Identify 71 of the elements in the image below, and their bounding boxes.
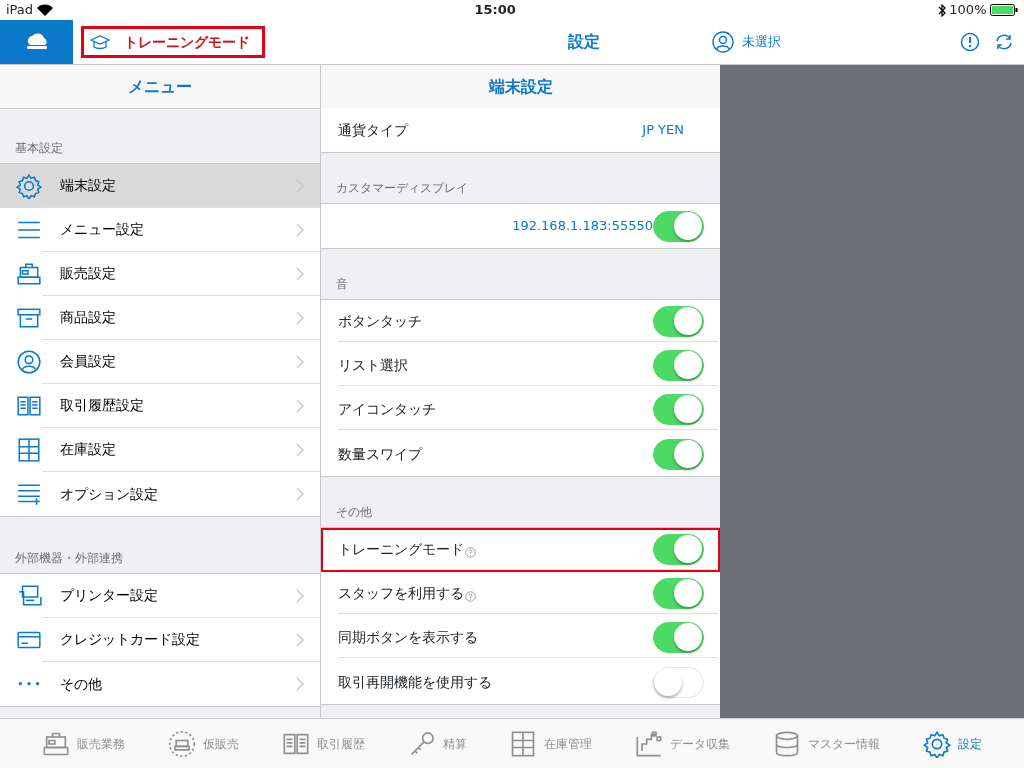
menu-item[interactable]: メニュー設定: [0, 208, 320, 252]
setting-label: ボタンタッチ: [338, 312, 422, 331]
menu-item[interactable]: その他: [0, 662, 320, 706]
menu-item[interactable]: 商品設定: [0, 296, 320, 340]
menu-item[interactable]: オプション設定: [0, 472, 320, 516]
chevron-icon: [296, 266, 304, 281]
refresh-icon[interactable]: [994, 32, 1014, 52]
battery-percent: 100%: [949, 1, 987, 20]
dashed-register-icon: [168, 729, 197, 758]
page-title: 設定: [568, 31, 600, 53]
gear-icon: [16, 173, 42, 199]
chevron-icon: [296, 310, 304, 325]
graduation-cap-icon: [90, 34, 110, 50]
chevron-icon: [296, 354, 304, 369]
chevron-icon: [296, 632, 304, 647]
toggle-switch[interactable]: [653, 306, 704, 337]
menu-item[interactable]: 会員設定: [0, 340, 320, 384]
section-header: その他: [336, 505, 372, 519]
setting-label: 同期ボタンを表示する: [338, 628, 478, 647]
tab-item[interactable]: 設定: [918, 729, 986, 758]
setting-label: アイコンタッチ: [338, 400, 436, 419]
person-icon: [711, 30, 735, 54]
alert-icon[interactable]: [960, 32, 980, 52]
section-header: 音: [336, 277, 348, 291]
setting-label: 通貨タイプ: [338, 120, 408, 140]
menu-item[interactable]: クレジットカード設定: [0, 618, 320, 662]
chevron-icon: [296, 398, 304, 413]
toggle-switch[interactable]: [653, 350, 704, 381]
toggle-switch[interactable]: [653, 622, 704, 653]
menu-item[interactable]: 取引履歴設定: [0, 384, 320, 428]
setting-label: 数量スワイプ: [338, 444, 422, 464]
menu-item[interactable]: 販売設定: [0, 252, 320, 296]
wifi-icon: [36, 4, 53, 16]
dots-icon: [16, 682, 42, 686]
cash-register-icon: [16, 261, 42, 287]
panel-title: 端末設定: [488, 75, 553, 98]
toggle-switch[interactable]: [653, 534, 704, 565]
menu-item[interactable]: プリンター設定: [0, 574, 320, 618]
setting-label: スタッフを利用する: [338, 584, 464, 603]
setting-label: 取引再開機能を使用する: [338, 672, 492, 692]
section-header: 基本設定: [15, 141, 63, 155]
toggle-switch[interactable]: [653, 438, 704, 470]
menu-item[interactable]: 在庫設定: [0, 428, 320, 472]
person-icon: [16, 349, 42, 375]
training-mode-label: トレーニングモード: [124, 32, 250, 52]
setting-label: リスト選択: [338, 356, 408, 375]
chevron-icon: [296, 677, 304, 691]
setting-label: トレーニングモード: [338, 540, 464, 559]
section-header: カスタマーディスプレイ: [336, 181, 468, 195]
bluetooth-icon: [937, 3, 946, 17]
chevron-icon: [296, 442, 304, 457]
chevron-icon: [296, 222, 304, 237]
toggle-switch[interactable]: [653, 578, 704, 609]
chart-icon: [635, 729, 664, 758]
menu-title: メニュー: [128, 75, 192, 98]
gear-icon: [922, 729, 951, 758]
device-name: iPad: [6, 1, 34, 20]
chevron-icon: [296, 588, 304, 603]
help-icon[interactable]: [465, 591, 476, 602]
chevron-icon: [296, 487, 304, 501]
help-icon[interactable]: [465, 547, 476, 558]
toggle-switch[interactable]: [653, 394, 704, 425]
menu-item[interactable]: 端末設定: [0, 164, 320, 208]
toggle-switch[interactable]: [653, 210, 704, 242]
staff-selector[interactable]: 未選択: [710, 29, 782, 55]
setting-value: 192.168.1.183:55550: [512, 217, 653, 236]
battery-icon: [990, 4, 1018, 16]
setting-value: JP YEN: [642, 121, 684, 140]
section-header: 外部機器・外部連携: [15, 551, 123, 565]
clock-time: 15:00: [474, 1, 516, 20]
drawers-icon: [16, 437, 42, 463]
